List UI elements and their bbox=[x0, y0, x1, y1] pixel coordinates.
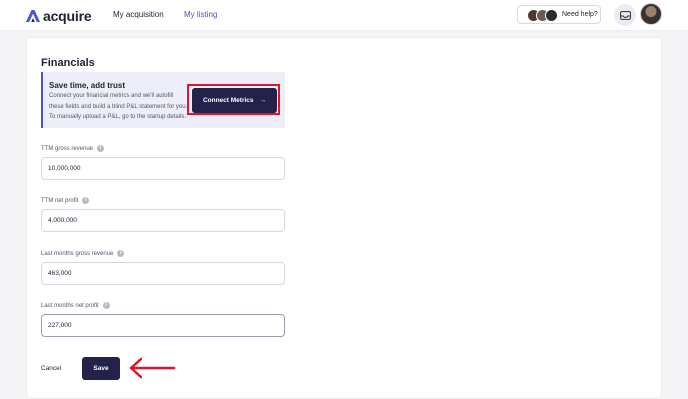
field-label-text: Last months net profit bbox=[41, 302, 99, 309]
save-button[interactable]: Save bbox=[82, 357, 120, 380]
field-label-text: Last months gross revenue bbox=[41, 250, 114, 257]
profile-avatar[interactable] bbox=[640, 3, 662, 25]
connect-metrics-button[interactable]: Connect Metrics → bbox=[192, 88, 277, 113]
arrow-left-annotation-icon bbox=[129, 357, 176, 379]
field-label-text: TTM net profit bbox=[41, 197, 79, 204]
support-team-avatars bbox=[527, 9, 558, 22]
ttm-gross-revenue-label: TTM gross revenue i bbox=[41, 145, 105, 152]
top-navigation-bar: acquire My acquisition My listing Need h… bbox=[0, 0, 688, 31]
need-help-button[interactable]: Need help? bbox=[517, 5, 601, 24]
nav-my-acquisition[interactable]: My acquisition bbox=[113, 10, 164, 19]
trust-banner-title: Save time, add trust bbox=[49, 81, 126, 90]
last-months-gross-revenue-label: Last months gross revenue i bbox=[41, 250, 125, 257]
logo-text: acquire bbox=[43, 8, 92, 24]
connect-metrics-label: Connect Metrics bbox=[202, 97, 254, 104]
last-months-gross-revenue-input[interactable]: 463,000 bbox=[41, 262, 285, 285]
avatar bbox=[545, 9, 558, 22]
inbox-icon bbox=[619, 10, 631, 20]
info-icon[interactable]: i bbox=[102, 302, 110, 309]
ttm-net-profit-input[interactable]: 4,000,000 bbox=[41, 209, 285, 232]
need-help-label: Need help? bbox=[562, 11, 598, 18]
section-title: Financials bbox=[41, 57, 95, 69]
ttm-net-profit-label: TTM net profit i bbox=[41, 197, 90, 204]
last-months-net-profit-label: Last months net profit i bbox=[41, 302, 110, 309]
inbox-button[interactable] bbox=[614, 4, 636, 26]
field-label-text: TTM gross revenue bbox=[41, 145, 94, 152]
trust-banner-text: Connect your financial metrics and we'll… bbox=[49, 93, 188, 120]
arrow-right-icon: → bbox=[259, 97, 267, 104]
info-icon[interactable]: i bbox=[97, 145, 105, 152]
info-icon[interactable]: i bbox=[117, 250, 125, 257]
info-icon[interactable]: i bbox=[82, 197, 90, 204]
nav-my-listing[interactable]: My listing bbox=[184, 10, 217, 19]
acquire-logo-icon bbox=[26, 10, 40, 22]
acquire-logo[interactable]: acquire bbox=[26, 8, 92, 24]
cancel-button[interactable]: Cancel bbox=[41, 365, 61, 372]
ttm-gross-revenue-input[interactable]: 10,000,000 bbox=[41, 157, 285, 180]
last-months-net-profit-input[interactable]: 227,000 bbox=[41, 314, 285, 337]
